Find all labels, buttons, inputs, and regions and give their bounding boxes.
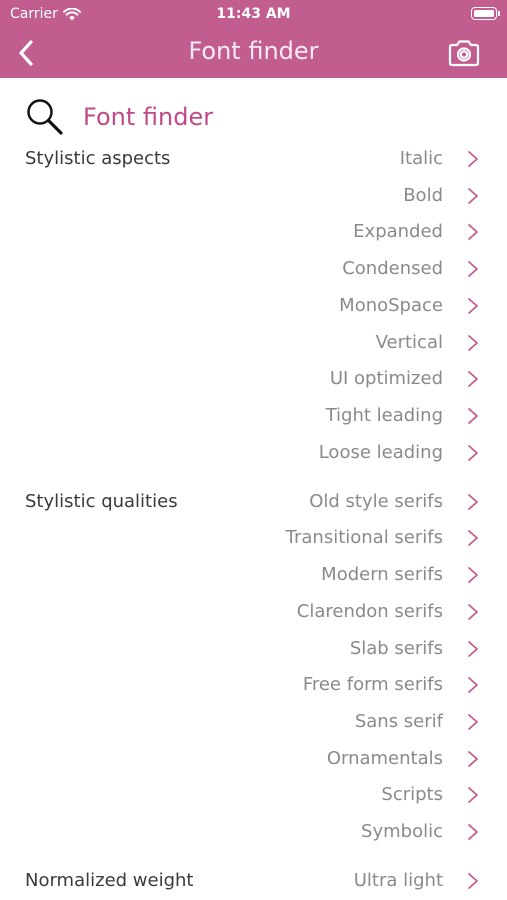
chevron-right-icon bbox=[468, 297, 478, 314]
chevron-right-icon bbox=[468, 713, 478, 730]
chevron-right-icon bbox=[468, 530, 478, 547]
option-row[interactable]: Ornamentals bbox=[177, 742, 507, 776]
option-label: UI optimized bbox=[329, 368, 443, 390]
option-label: Scripts bbox=[381, 784, 443, 806]
option-label: Sans serif bbox=[354, 710, 443, 732]
option-row[interactable]: Bold bbox=[177, 179, 507, 213]
battery-icon bbox=[471, 7, 500, 20]
option-row[interactable]: Vertical bbox=[177, 326, 507, 360]
option-row[interactable]: Modern serifs bbox=[177, 558, 507, 592]
option-row[interactable]: Condensed bbox=[177, 252, 507, 286]
option-label: Tight leading bbox=[325, 404, 443, 426]
option-row[interactable]: Clarendon serifs bbox=[177, 595, 507, 629]
nav-title: Font finder bbox=[188, 37, 319, 65]
option-row[interactable]: Slab serifs bbox=[177, 632, 507, 666]
chevron-right-icon bbox=[468, 824, 478, 840]
section-label: Stylistic qualities bbox=[25, 490, 178, 512]
option-label: Italic bbox=[399, 148, 443, 169]
chevron-right-icon bbox=[468, 261, 478, 277]
chevron-right-icon bbox=[468, 603, 478, 620]
option-label: Transitional serifs bbox=[285, 527, 443, 549]
option-row[interactable]: UI optimized bbox=[177, 362, 507, 396]
chevron-right-icon bbox=[468, 677, 478, 694]
option-label: Symbolic bbox=[361, 821, 443, 842]
section-label: Normalized weight bbox=[25, 870, 194, 892]
font-finder-search-row[interactable]: Font finder bbox=[0, 95, 507, 140]
camera-button[interactable] bbox=[447, 38, 481, 68]
chevron-right-icon bbox=[468, 787, 478, 804]
option-label: Old style serifs bbox=[309, 490, 443, 512]
option-label: Slab serifs bbox=[349, 637, 443, 659]
option-row[interactable]: Free form serifs bbox=[177, 668, 507, 702]
option-label: Clarendon serifs bbox=[296, 600, 443, 622]
chevron-right-icon bbox=[468, 444, 478, 461]
option-row[interactable]: Loose leading bbox=[177, 436, 507, 470]
chevron-right-icon bbox=[468, 873, 478, 889]
section-label: Stylistic aspects bbox=[25, 148, 171, 169]
option-row[interactable]: MonoSpace bbox=[177, 289, 507, 323]
option-label: Ultra light bbox=[353, 870, 443, 892]
option-label: Loose leading bbox=[318, 441, 443, 463]
option-row[interactable]: Expanded bbox=[177, 215, 507, 249]
option-row[interactable]: Symbolic bbox=[177, 815, 507, 849]
navigation-bar: Font finder bbox=[0, 28, 507, 78]
option-label: Expanded bbox=[353, 221, 443, 243]
option-row[interactable]: Transitional serifs bbox=[177, 521, 507, 555]
option-label: Bold bbox=[403, 184, 443, 206]
chevron-right-icon bbox=[468, 493, 478, 510]
chevron-right-icon bbox=[468, 334, 478, 351]
option-row[interactable]: Tight leading bbox=[177, 399, 507, 433]
option-row[interactable]: Sans serif bbox=[177, 705, 507, 739]
option-row[interactable]: Ultra light bbox=[177, 864, 507, 898]
option-row[interactable]: Scripts bbox=[177, 778, 507, 812]
option-label: Modern serifs bbox=[321, 564, 443, 586]
search-label: Font finder bbox=[83, 103, 214, 131]
option-label: MonoSpace bbox=[339, 294, 443, 316]
chevron-right-icon bbox=[468, 151, 478, 167]
chevron-right-icon bbox=[468, 371, 478, 388]
chevron-right-icon bbox=[468, 750, 478, 767]
option-label: Vertical bbox=[375, 331, 443, 353]
option-label: Condensed bbox=[342, 258, 443, 280]
chevron-right-icon bbox=[468, 567, 478, 583]
magnifier-icon bbox=[27, 99, 63, 135]
option-label: Ornamentals bbox=[326, 747, 443, 769]
option-row[interactable]: Old style serifs bbox=[177, 485, 507, 519]
chevron-right-icon bbox=[468, 407, 478, 424]
option-row[interactable]: Italic bbox=[177, 142, 507, 176]
chevron-right-icon bbox=[468, 224, 478, 241]
camera-icon bbox=[448, 40, 480, 67]
status-bar: Carrier 11:43 AM bbox=[0, 0, 507, 28]
status-time: 11:43 AM bbox=[216, 6, 291, 22]
option-label: Free form serifs bbox=[302, 674, 443, 696]
chevron-right-icon bbox=[468, 640, 478, 657]
chevron-right-icon bbox=[468, 187, 478, 204]
